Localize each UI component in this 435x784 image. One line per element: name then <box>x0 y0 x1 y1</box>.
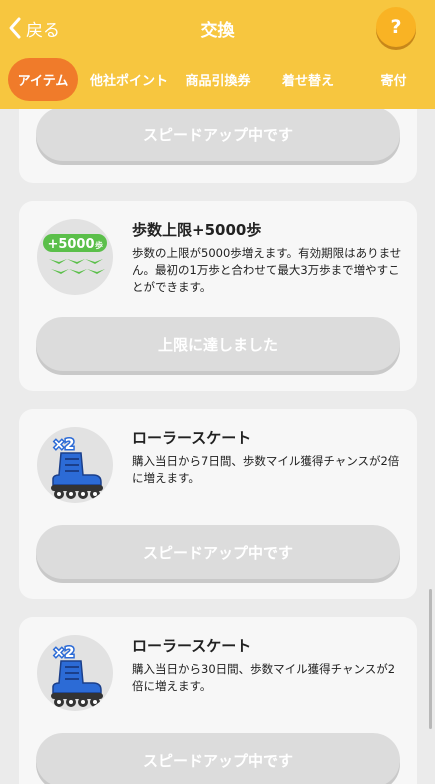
item-description: 歩数の上限が5000歩増えます。有効期限はありません。最初の1万歩と合わせて最大… <box>132 246 402 294</box>
scrollbar[interactable] <box>429 589 432 729</box>
item-card: ×2 ローラースケート 購入当日から30日間、歩数マイル獲得チャンスが2倍に増え… <box>19 617 417 784</box>
speed-up-button[interactable]: スピードアップ中です <box>36 525 400 579</box>
roller-skate-thumbnail: ×2 <box>37 427 113 503</box>
tab-label: 他社ポイント <box>89 73 168 89</box>
roller-skate-icon <box>51 660 103 707</box>
item-list[interactable]: スピードアップ中です +5000 歩 歩数上限+5000歩 歩数の上限が5000… <box>0 109 435 784</box>
item-description: 購入当日から7日間、歩数マイル獲得チャンスが2倍に増えます。 <box>132 454 400 485</box>
step-unit-badge: 歩 <box>95 240 103 250</box>
multiplier-badge: ×2 <box>53 645 74 661</box>
speed-up-button[interactable]: スピードアップ中です <box>36 109 400 161</box>
step-limit-thumbnail: +5000 歩 <box>37 219 113 295</box>
page-title: 交換 <box>200 21 235 41</box>
tab-label: 商品引換券 <box>185 73 251 89</box>
tab-label: 着せ替え <box>281 73 334 89</box>
tab-items[interactable]: アイテム <box>0 57 86 101</box>
tab-label: 寄付 <box>380 73 407 89</box>
tab-vouchers[interactable]: 商品引換券 <box>172 58 264 100</box>
item-description: 購入当日から30日間、歩数マイル獲得チャンスが2倍に増えます。 <box>132 662 396 693</box>
item-title: ローラースケート <box>132 637 252 655</box>
step-limit-badge: +5000 <box>47 237 94 252</box>
question-icon: ? <box>390 16 402 38</box>
tab-label: アイテム <box>7 57 79 101</box>
multiplier-badge: ×2 <box>53 437 74 453</box>
tab-other-points[interactable]: 他社ポイント <box>86 58 172 100</box>
item-card: スピードアップ中です <box>19 109 417 183</box>
tab-bar: アイテム 他社ポイント 商品引換券 着せ替え 寄付 <box>0 57 435 101</box>
limit-reached-button[interactable]: 上限に達しました <box>36 317 400 371</box>
tab-skins[interactable]: 着せ替え <box>264 58 352 100</box>
item-title: 歩数上限+5000歩 <box>132 221 262 239</box>
roller-skate-icon <box>51 452 103 499</box>
help-button[interactable]: ? <box>376 7 416 47</box>
footprints-icon <box>49 259 105 274</box>
roller-skate-thumbnail: ×2 <box>37 635 113 711</box>
tab-donation[interactable]: 寄付 <box>352 58 435 100</box>
item-card: ×2 ローラースケート 購入当日から7日間、歩数マイル獲得チャンスが2倍に増えま… <box>19 409 417 599</box>
speed-up-button[interactable]: スピードアップ中です <box>36 733 400 784</box>
item-card: +5000 歩 歩数上限+5000歩 歩数の上限が5000歩増えます。有効期限は… <box>19 201 417 391</box>
header: 戻る 交換 ? アイテム 他社ポイント 商品引換券 着せ替え 寄付 <box>0 0 435 109</box>
item-title: ローラースケート <box>132 429 252 447</box>
